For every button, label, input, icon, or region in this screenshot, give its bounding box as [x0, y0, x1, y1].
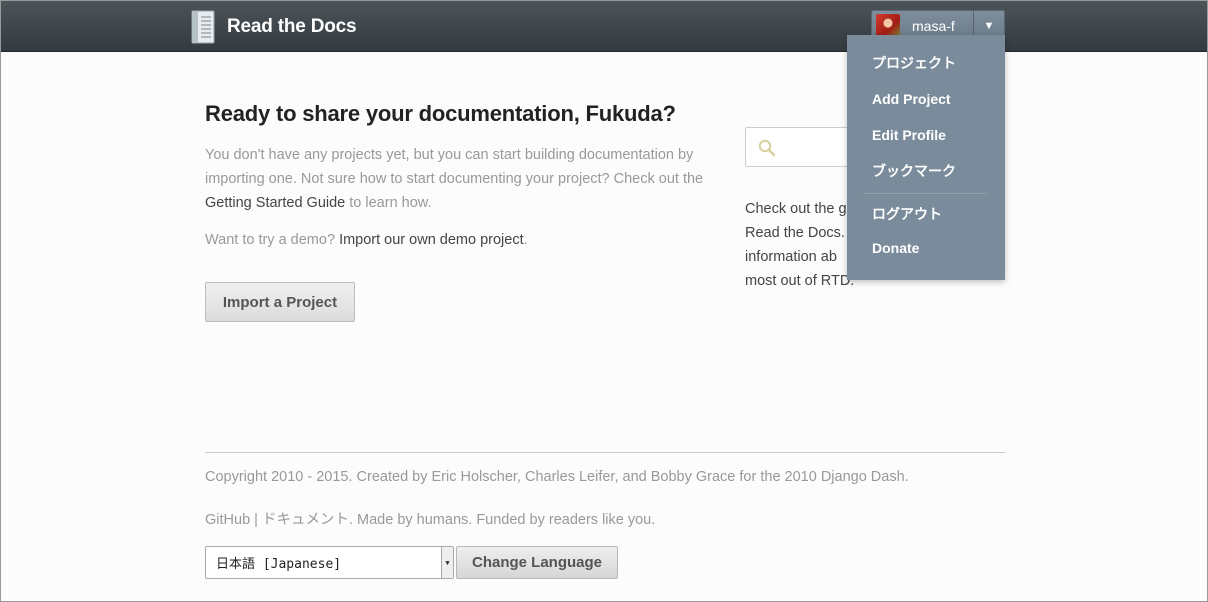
author-link-charles[interactable]: Charles Leifer [525, 469, 614, 485]
intro-text-part: You don't have any projects yet, but you… [205, 147, 704, 187]
menu-divider [863, 193, 987, 194]
sidebar-rtd-link[interactable]: Read the Docs [745, 225, 841, 241]
import-demo-link[interactable]: Import our own demo project [339, 232, 524, 248]
intro-text: You don't have any projects yet, but you… [205, 143, 725, 215]
copyright-text: Copyright 2010 - 2015. Created by Eric H… [205, 469, 909, 485]
copyright-part: Copyright 2010 - 2015. Created by [205, 469, 432, 485]
sidebar-text-line: information ab [745, 249, 837, 265]
menu-item-add-project[interactable]: Add Project [872, 91, 951, 107]
menu-item-bookmarks[interactable]: ブックマーク [872, 161, 956, 181]
copyright-part: for the 2010 [735, 469, 821, 485]
chevron-down-icon: ▼ [441, 547, 453, 578]
footer-text-part: . [651, 512, 656, 528]
language-select-value: 日本語 [Japanese] [216, 557, 342, 572]
footer-divider [205, 452, 1005, 453]
getting-started-link[interactable]: Getting Started Guide [205, 195, 345, 211]
sidebar-text-part: . [840, 225, 845, 241]
intro-text-part: to learn how. [345, 195, 432, 211]
top-navbar: Read the Docs masa-f ▼ [1, 1, 1207, 52]
github-link[interactable]: GitHub [205, 512, 250, 528]
menu-item-donate[interactable]: Donate [872, 240, 919, 256]
footer-separator: | [250, 512, 262, 528]
logo-link[interactable]: Read the Docs [191, 9, 357, 45]
footer-text-part: . Made by [348, 512, 417, 528]
language-select[interactable]: 日本語 [Japanese] ▼ [205, 546, 454, 579]
demo-text-part: . [523, 232, 528, 248]
author-link-bobby[interactable]: Bobby Grace [651, 469, 736, 485]
author-link-eric[interactable]: Eric Holscher [432, 469, 517, 485]
sidebar-text-line: most out of RTD. [745, 273, 855, 289]
search-icon [758, 139, 776, 157]
humans-link[interactable]: humans [417, 512, 469, 528]
sidebar-guide-link[interactable]: g [839, 201, 847, 217]
sidebar-text-part: Check out the [745, 201, 839, 217]
change-language-button[interactable]: Change Language [456, 546, 618, 579]
copyright-part: , [516, 469, 525, 485]
menu-item-edit-profile[interactable]: Edit Profile [872, 127, 946, 143]
footer-links: GitHub | ドキュメント. Made by humans. Funded … [205, 508, 655, 529]
page-title: Ready to share your documentation, Fukud… [205, 101, 676, 126]
username: masa-f [912, 18, 955, 34]
readers-link[interactable]: readers like you [549, 512, 651, 528]
import-project-button[interactable]: Import a Project [205, 282, 355, 322]
footer-text-part: . Funded by [468, 512, 549, 528]
search-input[interactable] [745, 127, 855, 167]
book-icon [191, 10, 215, 44]
copyright-part: , and [614, 469, 651, 485]
demo-text: Want to try a demo? Import our own demo … [205, 229, 528, 251]
menu-item-projects[interactable]: プロジェクト [872, 53, 956, 73]
django-dash-link[interactable]: Django Dash [821, 469, 905, 485]
menu-item-logout[interactable]: ログアウト [872, 204, 942, 224]
docs-link[interactable]: ドキュメント [262, 512, 349, 528]
getting-started-sidebar-text: Check out the g Read the Docs. informati… [745, 197, 855, 293]
logo-text: Read the Docs [227, 16, 357, 37]
user-dropdown-menu: プロジェクト Add Project Edit Profile ブックマーク ロ… [847, 35, 1005, 280]
copyright-part: . [904, 469, 909, 485]
demo-text-part: Want to try a demo? [205, 232, 340, 248]
